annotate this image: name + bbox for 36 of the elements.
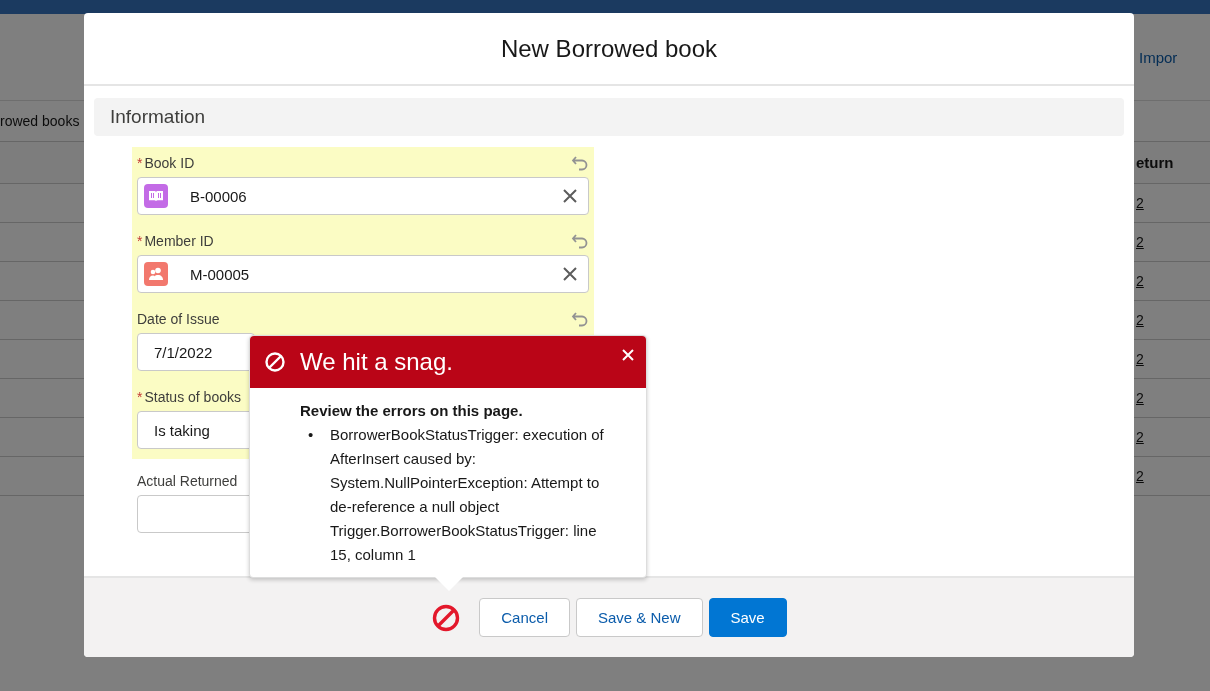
error-heading: Review the errors on this page. (300, 402, 524, 419)
modal-title: New Borrowed book (500, 34, 718, 63)
section-header[interactable]: Information (94, 98, 1124, 136)
table-cell-text: 2 (1136, 195, 1145, 211)
table-cell-text: 2 (1136, 351, 1145, 367)
bullet: • (308, 425, 315, 445)
field-label: Actual Returned (137, 473, 238, 489)
save-button[interactable]: Save (708, 598, 787, 637)
popover-title: We hit a snag. (300, 348, 453, 376)
field-label: Date of Issue (137, 311, 220, 327)
field-label: Book ID (144, 155, 195, 171)
list-title: rowed books (0, 113, 80, 129)
error-icon[interactable] (431, 602, 462, 633)
footer-button[interactable]: Cancel (479, 598, 570, 637)
table-cell-text: 2 (1136, 468, 1145, 484)
required-asterisk: * (137, 155, 143, 171)
field-label: Status of books (144, 389, 241, 405)
table-cell-text: 2 (1136, 312, 1145, 328)
error-icon (264, 351, 286, 373)
error-message: BorrowerBookStatusTrigger: execution of AfterInsert caused by: System.NullPointerException: Attempt to de-reference a null object Trigger.BorrowerBookStatusTrigger: line 15, column 1 (330, 425, 605, 565)
table-cell-text: 2 (1136, 234, 1145, 250)
footer-button[interactable]: Save & New (575, 598, 703, 637)
field-label: Member ID (144, 233, 214, 249)
lookup-field[interactable]: M-00005 (137, 255, 589, 293)
date-field[interactable]: 7/1/2022 (137, 333, 255, 371)
close-icon[interactable] (622, 349, 634, 361)
lookup-field[interactable]: B-00006 (137, 177, 589, 215)
required-asterisk: * (137, 233, 143, 249)
table-cell-text: 2 (1136, 429, 1145, 445)
table-cell-text: 2 (1136, 390, 1145, 406)
table-cell-text: 2 (1136, 273, 1145, 289)
undo-icon[interactable] (571, 154, 589, 172)
undo-icon[interactable] (571, 310, 589, 328)
column-header: eturn (1136, 154, 1175, 171)
required-asterisk: * (137, 389, 143, 405)
undo-icon[interactable] (571, 232, 589, 250)
